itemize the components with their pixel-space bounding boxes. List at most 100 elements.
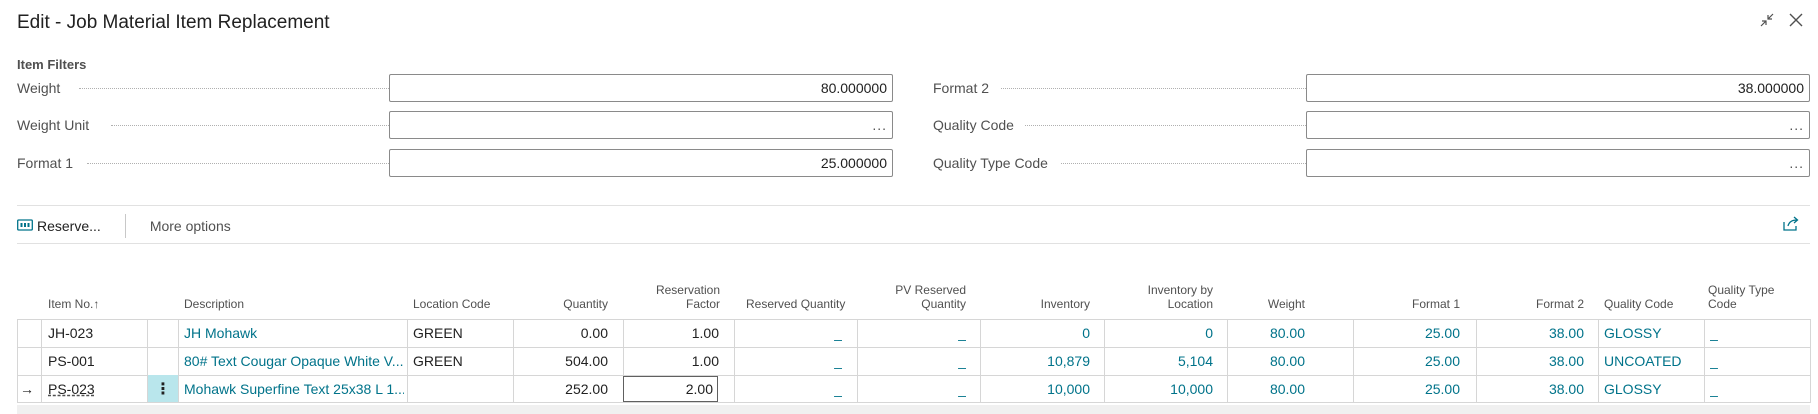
- weight-field[interactable]: 80.000000: [389, 74, 893, 102]
- cell-inventory[interactable]: 0: [983, 319, 1090, 347]
- column-header-description[interactable]: Description: [184, 297, 244, 311]
- column-header-quality-code[interactable]: Quality Code: [1604, 297, 1673, 311]
- cell-divider: [41, 375, 42, 403]
- cell-weight[interactable]: 80.00: [1230, 347, 1305, 375]
- share-icon[interactable]: [1782, 216, 1800, 237]
- cell-divider: [734, 319, 735, 347]
- row-actions-menu-icon[interactable]: ⋮: [148, 375, 178, 403]
- cell-item-no[interactable]: PS-001: [48, 347, 144, 375]
- cell-inventory[interactable]: 10,000: [983, 375, 1090, 403]
- column-header-weight[interactable]: Weight: [1240, 297, 1305, 311]
- cell-reservation-factor[interactable]: 1.00: [626, 319, 719, 347]
- collapse-icon[interactable]: [1760, 13, 1774, 27]
- cell-divider: [407, 319, 408, 347]
- sort-ascending-icon: ↑: [93, 297, 100, 311]
- weight-unit-label: Weight Unit: [17, 117, 90, 133]
- cell-weight[interactable]: 80.00: [1230, 375, 1305, 403]
- dotted-leader: [87, 163, 389, 164]
- close-icon[interactable]: [1788, 12, 1804, 28]
- cell-item-no[interactable]: JH-023: [48, 319, 144, 347]
- cell-divider: [1476, 347, 1477, 375]
- column-header-format1[interactable]: Format 1: [1380, 297, 1460, 311]
- reserve-button[interactable]: Reserve...: [17, 218, 101, 234]
- cell-description[interactable]: Mohawk Superfine Text 25x38 L 1...: [184, 375, 404, 403]
- cell-divider: [1353, 375, 1354, 403]
- table-row[interactable]: PS-001 80# Text Cougar Opaque White V... G…: [0, 347, 1818, 375]
- cell-location-code[interactable]: [413, 375, 509, 403]
- header-label-line2: Quantity: [921, 297, 966, 311]
- column-header-pv-reserved-quantity[interactable]: PV Reserved Quantity: [880, 283, 966, 311]
- column-header-format2[interactable]: Format 2: [1500, 297, 1584, 311]
- cell-location-code[interactable]: GREEN: [413, 347, 509, 375]
- cell-quality-code[interactable]: GLOSSY: [1604, 319, 1700, 347]
- column-header-inventory-by-location[interactable]: Inventory by Location: [1120, 283, 1213, 311]
- cell-quantity[interactable]: 504.00: [516, 347, 608, 375]
- cell-quantity[interactable]: 252.00: [516, 375, 608, 403]
- cell-divider: [1704, 375, 1705, 403]
- cell-inventory[interactable]: 10,879: [983, 347, 1090, 375]
- cell-reserved-quantity[interactable]: _: [737, 347, 842, 375]
- cell-description[interactable]: 80# Text Cougar Opaque White V...: [184, 347, 404, 375]
- quality-type-code-filter-row: Quality Type Code ...: [933, 149, 1810, 177]
- cell-format2[interactable]: 38.00: [1479, 319, 1584, 347]
- cell-format1[interactable]: 25.00: [1356, 319, 1460, 347]
- cell-divider: [623, 319, 624, 347]
- weight-unit-field[interactable]: ...: [389, 111, 893, 139]
- row-indicator-arrow-icon: [20, 319, 38, 347]
- cell-quality-type-code[interactable]: _: [1710, 375, 1806, 403]
- cell-divider: [857, 319, 858, 347]
- cell-description[interactable]: JH Mohawk: [184, 319, 404, 347]
- cell-inventory-by-location[interactable]: 5,104: [1107, 347, 1213, 375]
- column-header-item-no[interactable]: Item No.↑: [48, 297, 99, 311]
- cell-reserved-quantity[interactable]: _: [737, 319, 842, 347]
- format2-field[interactable]: 38.000000: [1306, 74, 1810, 102]
- table-row[interactable]: ⋮ → PS-023 Mohawk Superfine Text 25x38 L 1.…: [0, 375, 1818, 403]
- cell-quality-type-code[interactable]: _: [1710, 319, 1806, 347]
- more-options-button[interactable]: More options: [150, 218, 231, 234]
- cell-divider: [980, 347, 981, 375]
- cell-quality-type-code[interactable]: _: [1710, 347, 1806, 375]
- cell-quantity[interactable]: 0.00: [516, 319, 608, 347]
- quality-code-field[interactable]: ...: [1306, 111, 1810, 139]
- cell-quality-code[interactable]: UNCOATED: [1604, 347, 1700, 375]
- column-header-reservation-factor[interactable]: Reservation Factor: [640, 283, 720, 311]
- cell-item-no[interactable]: PS-023: [48, 375, 144, 403]
- cell-pv-reserved-quantity[interactable]: _: [860, 375, 966, 403]
- reservation-factor-input[interactable]: 2.00: [623, 376, 718, 402]
- cell-location-code[interactable]: GREEN: [413, 319, 509, 347]
- table-row[interactable]: JH-023 JH Mohawk GREEN 0.00 1.00 _ _ 0 0 80.00 25.…: [0, 319, 1818, 347]
- cell-format1[interactable]: 25.00: [1356, 375, 1460, 403]
- quality-code-filter-row: Quality Code ...: [933, 111, 1810, 139]
- cell-weight[interactable]: 80.00: [1230, 319, 1305, 347]
- column-header-quality-type-code[interactable]: Quality Type Code: [1708, 283, 1774, 311]
- weight-unit-filter-row: Weight Unit ...: [17, 111, 895, 139]
- cell-pv-reserved-quantity[interactable]: _: [860, 347, 966, 375]
- cell-quality-code[interactable]: GLOSSY: [1604, 375, 1700, 403]
- cell-reservation-factor[interactable]: 1.00: [626, 347, 719, 375]
- format2-label: Format 2: [933, 80, 990, 96]
- cell-divider: [1704, 347, 1705, 375]
- cell-divider: [980, 319, 981, 347]
- cell-reserved-quantity[interactable]: _: [737, 375, 842, 403]
- quality-type-code-field[interactable]: ...: [1306, 149, 1810, 177]
- cell-divider: [1704, 319, 1705, 347]
- cell-divider: [178, 319, 179, 347]
- cell-inventory-by-location[interactable]: 10,000: [1107, 375, 1213, 403]
- column-header-location-code[interactable]: Location Code: [413, 297, 490, 311]
- format1-field[interactable]: 25.000000: [389, 149, 893, 177]
- cell-divider: [1104, 347, 1105, 375]
- column-header-inventory[interactable]: Inventory: [1000, 297, 1090, 311]
- column-header-quantity[interactable]: Quantity: [540, 297, 608, 311]
- cell-format1[interactable]: 25.00: [1356, 347, 1460, 375]
- cell-divider: [17, 347, 18, 375]
- page-title: Edit - Job Material Item Replacement: [17, 12, 330, 33]
- row-indicator-arrow-icon: [20, 347, 38, 375]
- cell-divider: [1476, 319, 1477, 347]
- column-header-reserved-quantity[interactable]: Reserved Quantity: [746, 297, 845, 311]
- cell-divider: [1227, 319, 1228, 347]
- cell-inventory-by-location[interactable]: 0: [1107, 319, 1213, 347]
- cell-divider: [1476, 375, 1477, 403]
- cell-format2[interactable]: 38.00: [1479, 347, 1584, 375]
- cell-pv-reserved-quantity[interactable]: _: [860, 319, 966, 347]
- cell-format2[interactable]: 38.00: [1479, 375, 1584, 403]
